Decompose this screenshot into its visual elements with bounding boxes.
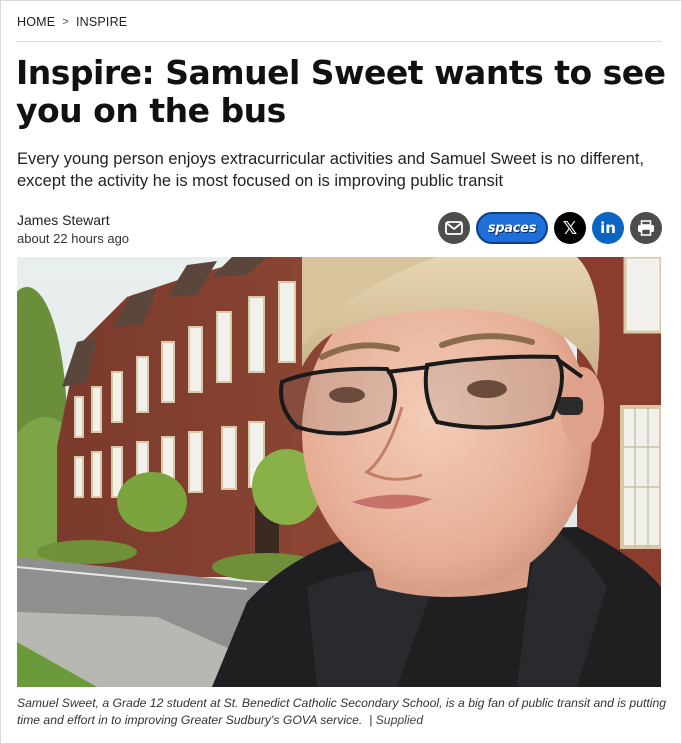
publish-timestamp: about 22 hours ago: [17, 231, 130, 246]
x-logo-icon: 𝕏: [562, 217, 578, 239]
article-photo[interactable]: [17, 257, 661, 687]
header-divider: [17, 41, 662, 42]
article-dek: Every young person enjoys extracurricula…: [17, 150, 645, 190]
photo-illustration: [17, 257, 661, 687]
caption-text: Samuel Sweet, a Grade 12 student at St. …: [17, 696, 667, 727]
breadcrumb-section-link[interactable]: INSPIRE: [76, 15, 127, 29]
printer-icon: [638, 220, 654, 236]
linkedin-logo-icon: in: [600, 219, 616, 237]
breadcrumb-separator: >: [62, 16, 69, 28]
envelope-icon: [445, 221, 463, 235]
email-share-button[interactable]: [438, 212, 470, 244]
author-link[interactable]: James Stewart: [17, 211, 129, 229]
article-headline: Inspire: Samuel Sweet wants to see you o…: [16, 53, 666, 130]
linkedin-share-button[interactable]: in: [592, 212, 624, 244]
byline: James Stewart about 22 hours ago: [17, 211, 129, 248]
breadcrumb: HOME > INSPIRE: [17, 15, 127, 29]
spaces-logo-label: spaces: [487, 220, 537, 236]
photo-caption: Samuel Sweet, a Grade 12 student at St. …: [17, 695, 667, 729]
share-toolbar: spaces 𝕏 in: [438, 212, 662, 244]
photo-credit: Supplied: [375, 713, 424, 727]
breadcrumb-home-link[interactable]: HOME: [17, 15, 55, 29]
spaces-share-button[interactable]: spaces: [476, 212, 548, 244]
print-button[interactable]: [630, 212, 662, 244]
credit-separator: |: [369, 713, 373, 727]
x-share-button[interactable]: 𝕏: [554, 212, 586, 244]
